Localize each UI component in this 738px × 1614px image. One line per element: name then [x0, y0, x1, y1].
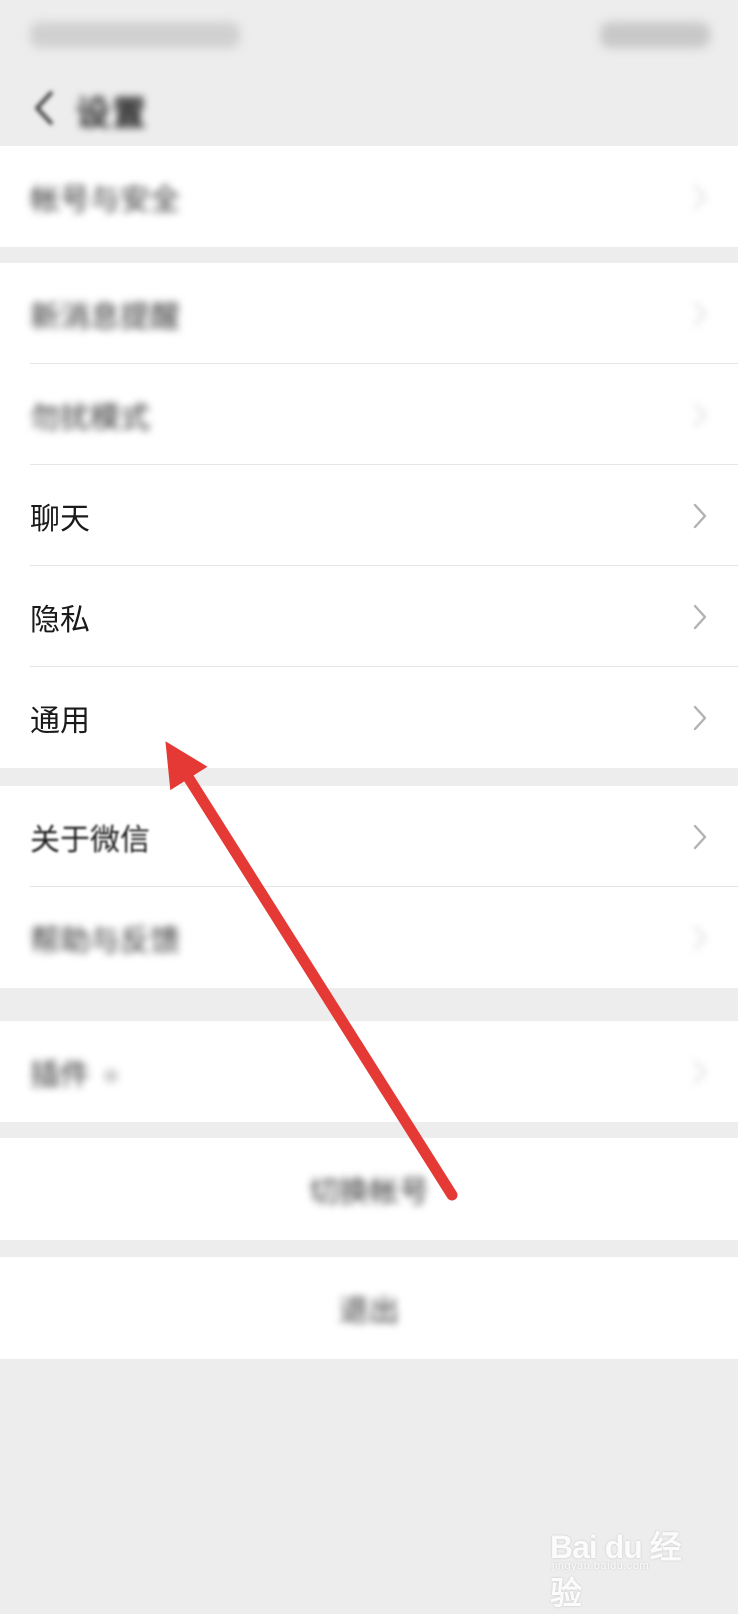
settings-item-label: 隐私 [30, 602, 90, 638]
settings-item-label: 关于微信 [30, 822, 150, 858]
settings-item-label: 通用 [30, 703, 90, 739]
chevron-right-icon [692, 300, 708, 328]
settings-item-label: 勿扰模式 [30, 400, 150, 436]
status-time [30, 22, 240, 48]
baidu-jingyan-watermark: Bai du 经验 jingyan.baidu.com [550, 1514, 700, 1611]
chevron-right-icon [692, 502, 708, 530]
watermark-url: jingyan.baidu.com [552, 1560, 650, 1572]
settings-item-label: 帮助与反馈 [30, 923, 180, 959]
settings-group-account: 帐号与安全 [0, 146, 738, 247]
settings-item-plugins[interactable]: 插件 [0, 1021, 738, 1122]
settings-item-general[interactable]: 通用 [0, 667, 738, 768]
settings-item-label-wrap: 插件 [30, 1050, 118, 1094]
settings-item-new-message[interactable]: 新消息提醒 [0, 263, 738, 364]
chevron-right-icon [692, 924, 708, 952]
chevron-right-icon [692, 823, 708, 851]
settings-item-chat[interactable]: 聊天 [0, 465, 738, 566]
badge-dot-icon [104, 1069, 118, 1083]
settings-item-account-security[interactable]: 帐号与安全 [0, 146, 738, 247]
chevron-right-icon [692, 1058, 708, 1086]
chevron-right-icon [692, 704, 708, 732]
settings-item-label: 帐号与安全 [30, 182, 180, 218]
settings-group-main: 新消息提醒 勿扰模式 聊天 隐私 通用 [0, 263, 738, 768]
nav-bar: 设置 [0, 72, 738, 144]
back-arrow-icon[interactable] [24, 88, 64, 128]
logout-button[interactable]: 退出 [0, 1257, 738, 1359]
settings-item-privacy[interactable]: 隐私 [0, 566, 738, 667]
settings-item-label: 聊天 [30, 501, 90, 537]
switch-account-label: 切换帐号 [309, 1175, 429, 1210]
settings-item-do-not-disturb[interactable]: 勿扰模式 [0, 364, 738, 465]
chevron-right-icon [692, 603, 708, 631]
status-bar [0, 0, 738, 72]
logout-label: 退出 [339, 1294, 399, 1329]
settings-item-about-wechat[interactable]: 关于微信 [0, 786, 738, 887]
settings-item-label: 新消息提醒 [30, 299, 180, 335]
chevron-right-icon [692, 401, 708, 429]
chevron-right-icon [692, 183, 708, 211]
settings-group-about: 关于微信 帮助与反馈 [0, 786, 738, 988]
settings-item-help-feedback[interactable]: 帮助与反馈 [0, 887, 738, 988]
settings-group-plugins: 插件 [0, 1021, 738, 1122]
status-icons [600, 22, 710, 48]
switch-account-button[interactable]: 切换帐号 [0, 1138, 738, 1240]
page-title: 设置 [76, 94, 148, 134]
settings-item-label: 插件 [30, 1057, 90, 1093]
